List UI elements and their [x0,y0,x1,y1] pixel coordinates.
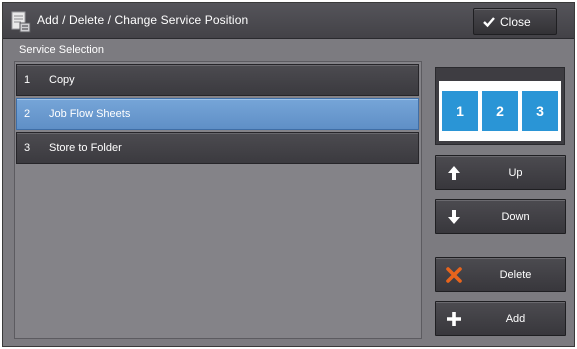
close-button-label: Close [500,14,531,29]
list-item-label: Copy [49,74,75,86]
list-item-label: Store to Folder [49,142,122,154]
preview-tile: 2 [482,91,518,131]
delete-button-label: Delete [499,269,532,281]
dialog-window: Add / Delete / Change Service Position C… [2,2,575,347]
service-list: 1 Copy 2 Job Flow Sheets 3 Store to Fold… [14,61,422,339]
preview-tiles: 1 2 3 [439,81,561,141]
document-settings-icon [11,11,31,33]
up-button[interactable]: Up [435,155,566,190]
position-preview: 1 2 3 [435,67,565,145]
add-button-label: Add [505,313,526,325]
title-bar: Add / Delete / Change Service Position C… [3,3,574,39]
list-item-copy[interactable]: 1 Copy [16,64,419,96]
add-button[interactable]: Add [435,301,566,336]
check-icon [483,16,495,27]
preview-tile: 1 [442,91,478,131]
section-label: Service Selection [19,44,104,56]
list-item-number: 3 [24,142,31,154]
list-item-job-flow-sheets[interactable]: 2 Job Flow Sheets [16,98,419,130]
down-button-label: Down [501,211,530,223]
preview-tile: 3 [522,91,558,131]
list-item-number: 1 [24,74,31,86]
window-title: Add / Delete / Change Service Position [37,13,249,27]
down-button[interactable]: Down [435,199,566,234]
delete-button[interactable]: Delete [435,257,566,292]
list-item-number: 2 [24,108,31,120]
arrow-up-icon [448,166,460,180]
list-item-label: Job Flow Sheets [49,108,131,120]
up-button-label: Up [508,167,523,179]
plus-icon [447,312,461,326]
x-icon [446,267,462,283]
arrow-down-icon [448,210,460,224]
close-button[interactable]: Close [473,8,557,35]
list-item-store-to-folder[interactable]: 3 Store to Folder [16,132,419,164]
